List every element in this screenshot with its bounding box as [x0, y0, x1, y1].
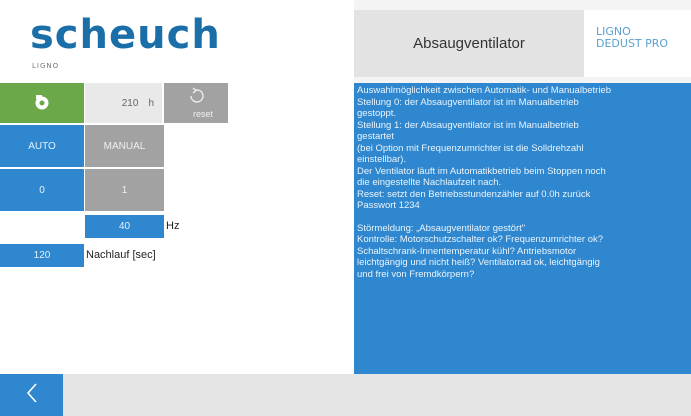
help-line: Störmeldung: „Absaugventilator gestört" — [357, 222, 526, 234]
help-line: Kontrolle: Motorschutzschalter ok? Frequ… — [357, 234, 604, 245]
help-line: gestartet — [357, 131, 394, 142]
overrun-time-input[interactable]: 120 — [0, 244, 84, 267]
brand-label: LIGNO DEDUST PRO — [584, 10, 691, 77]
help-line: Schaltschrank-Innentemperatur kühl? Antr… — [357, 245, 577, 257]
title-tab: Absaugventilator — [354, 10, 584, 77]
hours-unit: h — [148, 97, 154, 109]
overrun-label: Nachlauf [sec] — [86, 249, 156, 261]
help-line: und frei von Fremdkörpern? — [357, 268, 475, 280]
help-line: einstellbar). — [357, 154, 407, 165]
frequency-input[interactable]: 40 — [85, 215, 164, 238]
operating-hours-display: 210 h — [85, 83, 162, 123]
help-line: Reset: setzt den Betriebsstundenzähler a… — [357, 188, 591, 200]
reset-label: reset — [192, 109, 213, 119]
manual-mode-button[interactable]: MANUAL — [85, 125, 164, 167]
stage-0-button[interactable]: 0 — [0, 169, 84, 211]
help-line: Stellung 0: der Absaugventilator ist im … — [357, 96, 579, 108]
help-line: leichtgängig und nicht heiß? Ventilatorr… — [357, 257, 600, 268]
reset-button[interactable]: reset — [164, 83, 228, 123]
frequency-unit: Hz — [166, 220, 180, 232]
reset-icon — [185, 87, 207, 108]
scheuch-logo: scheuch — [30, 12, 221, 58]
help-line: Stellung 1: der Absaugventilator ist im … — [357, 119, 579, 131]
help-line: (bei Option mit Frequenzumrichter ist di… — [357, 142, 584, 154]
page-title: Absaugventilator — [413, 35, 525, 52]
help-line: gestoppt. — [357, 108, 397, 119]
help-spacer — [357, 212, 691, 223]
fan-status-indicator — [0, 83, 84, 123]
back-button[interactable] — [0, 374, 63, 416]
logo-area: scheuch LIGNO — [0, 0, 354, 77]
help-line: die eingestellte Nachlaufzeit nach. — [357, 177, 502, 188]
auto-mode-button[interactable]: AUTO — [0, 125, 84, 167]
logo-subtext: LIGNO — [32, 62, 60, 70]
hours-value: 210 — [121, 97, 139, 109]
stage-1-button[interactable]: 1 — [85, 169, 164, 211]
help-line: Passwort 1234 — [357, 200, 420, 211]
help-line: Auswahlmöglichkeit zwischen Automatik- u… — [357, 85, 611, 96]
help-text-panel: Auswahlmöglichkeit zwischen Automatik- u… — [354, 83, 691, 374]
fan-icon — [33, 93, 51, 114]
footer-bar — [0, 374, 691, 416]
chevron-left-icon — [25, 382, 39, 409]
brand-line-2: DEDUST PRO — [596, 37, 669, 50]
help-line: Der Ventilator läuft im Automatikbetrieb… — [357, 165, 606, 177]
